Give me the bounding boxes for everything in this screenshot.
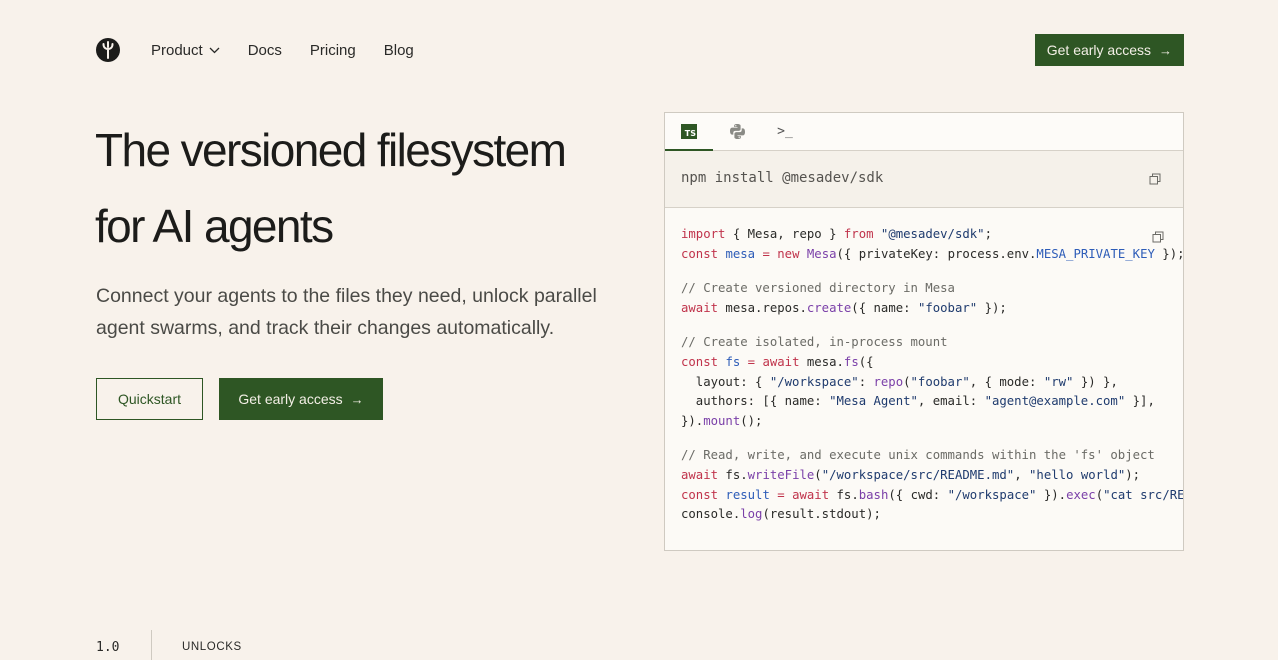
tab-terminal[interactable]: >_ <box>761 113 809 150</box>
hero-get-early-access-button[interactable]: Get early access → <box>219 378 383 420</box>
code-line: console.log(result.stdout); <box>681 507 881 522</box>
arrow-right-icon: → <box>350 391 364 407</box>
install-command-block: npm install @mesadev/sdk <box>665 151 1183 208</box>
code-line: // Read, write, and execute unix command… <box>681 448 1155 463</box>
logo-icon[interactable] <box>96 38 120 62</box>
code-line: await fs.writeFile("/workspace/src/READM… <box>681 467 1141 482</box>
nav-product-label: Product <box>151 41 203 59</box>
hero-subtitle: Connect your agents to the files they ne… <box>96 285 597 339</box>
tab-python[interactable] <box>713 113 761 150</box>
typescript-icon: TS <box>681 123 697 139</box>
code-line: layout: { "/workspace": repo("foobar", {… <box>681 374 1118 389</box>
nav-pricing[interactable]: Pricing <box>310 42 356 59</box>
python-icon <box>729 124 745 139</box>
nav-blog[interactable]: Blog <box>384 42 414 59</box>
code-line: authors: [{ name: "Mesa Agent", email: "… <box>681 394 1155 409</box>
code-line: // Create isolated, in-process mount <box>681 335 948 350</box>
install-command: npm install @mesadev/sdk <box>681 170 884 186</box>
code-line: await mesa.repos.create({ name: "foobar"… <box>681 300 1007 315</box>
chevron-down-icon <box>209 47 220 53</box>
hero-title: The versioned filesystem for AI agents <box>95 112 635 264</box>
code-line: }).mount(); <box>681 413 763 428</box>
section-label: UNLOCKS <box>182 641 242 653</box>
copy-icon[interactable] <box>1149 173 1161 185</box>
nav-product[interactable]: Product <box>151 42 220 59</box>
top-nav: Product Docs Pricing Blog Get early acce… <box>96 34 1184 66</box>
code-line: const result = await fs.bash({ cwd: "/wo… <box>681 487 1184 502</box>
code-sample: import { Mesa, repo } from "@mesadev/sdk… <box>681 225 1183 525</box>
quickstart-button[interactable]: Quickstart <box>96 378 203 420</box>
language-tabs: TS >_ <box>665 113 1183 151</box>
hero-title-line1: The versioned filesystem <box>95 124 567 176</box>
version-number: 1.0 <box>96 640 120 655</box>
arrow-right-icon: → <box>1159 42 1172 58</box>
tab-typescript[interactable]: TS <box>665 113 713 151</box>
divider <box>151 630 152 660</box>
code-line: const mesa = new Mesa({ privateKey: proc… <box>681 246 1184 261</box>
code-line: // Create versioned directory in Mesa <box>681 281 955 296</box>
terminal-icon: >_ <box>777 124 793 139</box>
code-line: import { Mesa, repo } from "@mesadev/sdk… <box>681 227 992 241</box>
code-line: const fs = await mesa.fs({ <box>681 354 874 369</box>
hero-title-line2: for AI agents <box>95 200 334 252</box>
nav-cta-label: Get early access <box>1046 42 1151 58</box>
nav-links: Product Docs Pricing Blog <box>151 34 442 66</box>
nav-docs[interactable]: Docs <box>248 42 282 59</box>
code-panel: TS >_ npm install @mesadev/sdk import { … <box>664 112 1184 551</box>
hero-cta-label: Get early access <box>238 391 343 407</box>
nav-get-early-access-button[interactable]: Get early access → <box>1034 34 1184 66</box>
